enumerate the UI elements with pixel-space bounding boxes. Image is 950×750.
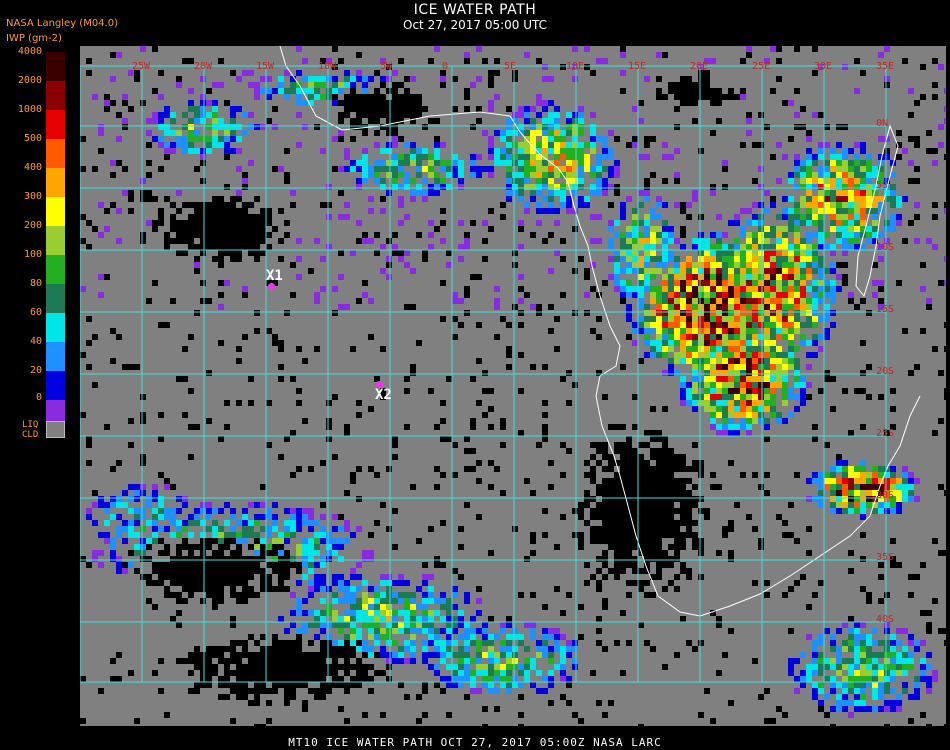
legend-label: 20 (29, 365, 42, 376)
longitude-label: 25W (132, 61, 151, 72)
liquid-cloud-label: CLD (22, 430, 39, 440)
legend-swatch (46, 255, 65, 284)
map-title: ICE WATER PATH (413, 2, 537, 18)
longitude-label: 15W (256, 61, 275, 72)
legend-swatch (46, 168, 65, 197)
legend-label: 2000 (17, 75, 42, 86)
latitude-label: 10S (876, 242, 894, 253)
longitude-label: 5E (504, 61, 516, 72)
legend-label: 80 (29, 278, 42, 289)
liquid-cloud-swatch (46, 421, 65, 438)
satellite-map: 25W 20W 15W 10W 5W 0 5E 10E 15E 20E 25E 30E 35E 0N 5S 1… (80, 46, 946, 726)
legend-swatch (46, 139, 65, 168)
longitude-label: 35E (876, 61, 894, 72)
latitude-label: 30S (876, 490, 894, 501)
map-datetime: Oct 27, 2017 05:00 UTC (403, 18, 547, 32)
legend-label: 500 (23, 133, 42, 144)
legend-swatch (46, 197, 65, 226)
longitude-label: 10E (566, 61, 584, 72)
legend-swatch (46, 371, 65, 400)
longitude-label: 20E (690, 61, 708, 72)
legend-label: 60 (29, 307, 42, 318)
legend-swatch (46, 81, 65, 110)
unit-label: IWP (gm-2) (6, 33, 62, 44)
legend-swatch (46, 52, 65, 81)
legend-swatch (46, 342, 65, 371)
longitude-label: 20W (194, 61, 213, 72)
legend-swatch (46, 226, 65, 255)
marker-x1-dot (268, 283, 275, 290)
legend-label: 4000 (17, 46, 42, 57)
longitude-label: 15E (628, 61, 646, 72)
legend-label: 1000 (17, 104, 42, 115)
legend-swatch (46, 110, 65, 139)
latitude-label: 40S (876, 614, 894, 625)
longitude-label: 30E (814, 61, 832, 72)
legend-label: 300 (23, 191, 42, 202)
latitude-label: 0N (876, 118, 888, 129)
longitude-label: 25E (752, 61, 770, 72)
legend-swatch (46, 313, 65, 342)
legend-label: 400 (23, 162, 42, 173)
marker-x1-label: X1 (266, 268, 283, 284)
legend-label: 100 (23, 249, 42, 260)
legend-label: 200 (23, 220, 42, 231)
marker-x2-label: X2 (375, 387, 392, 403)
source-label: NASA Langley (M04.0) (6, 18, 118, 29)
legend-swatch (46, 284, 65, 313)
legend-label: 40 (29, 336, 42, 347)
latitude-label: 15S (876, 304, 894, 315)
latitude-label: 25S (876, 428, 894, 439)
longitude-label: 5W (380, 61, 393, 72)
latitude-label: 20S (876, 366, 894, 377)
longitude-label: 0 (442, 61, 448, 72)
longitude-label: 10W (318, 61, 337, 72)
latitude-label: 5S (876, 180, 888, 191)
liquid-cloud-label: LIQ (22, 420, 39, 430)
map-footer: MT10 ICE WATER PATH OCT 27, 2017 05:00Z … (288, 736, 662, 749)
legend-label: 0 (35, 392, 42, 403)
latitude-label: 35S (876, 552, 894, 563)
